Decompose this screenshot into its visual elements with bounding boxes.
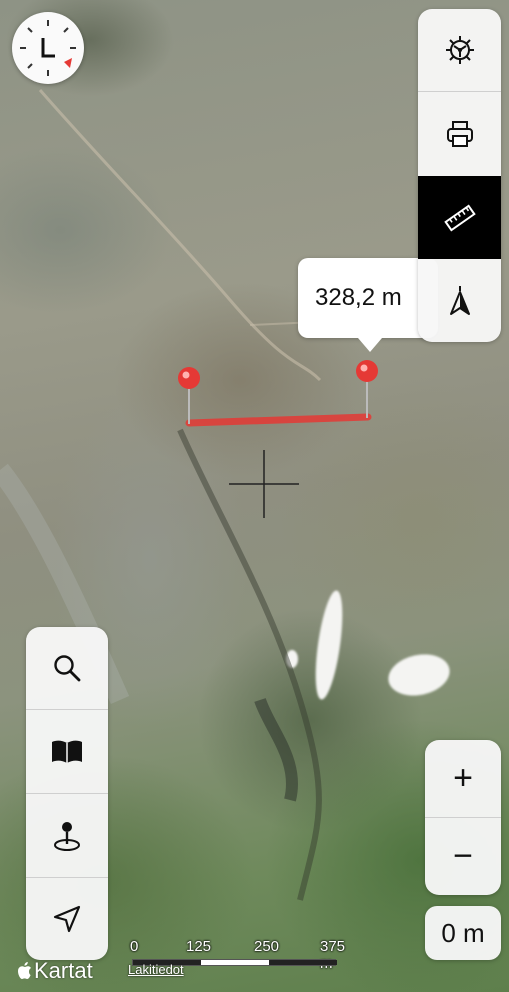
measure-button[interactable] xyxy=(418,176,501,259)
scale-label-1: 125 xyxy=(186,938,212,955)
measure-line xyxy=(185,413,372,427)
pin-end xyxy=(356,360,378,382)
location-pin-icon xyxy=(54,821,80,851)
compass-icon xyxy=(20,20,76,76)
bookmarks-button[interactable] xyxy=(26,710,108,793)
settings-button[interactable] xyxy=(418,9,501,91)
satellite-map[interactable]: 328,2 m + − 0 m 0 125 250 375 Lakitiedot… xyxy=(0,0,509,992)
crosshair-icon xyxy=(229,450,299,518)
search-icon xyxy=(54,655,81,682)
book-icon xyxy=(52,740,82,763)
maps-logo: Kartat xyxy=(16,958,93,984)
compass-arrow-icon xyxy=(449,286,470,315)
attribution-link[interactable]: Lakitiedot xyxy=(128,962,184,977)
zoom-out-button[interactable]: − xyxy=(425,818,501,895)
distance-label: 328,2 m xyxy=(315,284,402,311)
top-toolbar xyxy=(418,9,501,342)
pin-start xyxy=(178,367,200,389)
compass-button[interactable] xyxy=(12,12,84,84)
altitude-label: 0 m xyxy=(441,917,485,948)
printer-icon xyxy=(446,120,473,147)
apple-logo-icon xyxy=(18,962,31,979)
zoom-panel: + − xyxy=(425,740,501,895)
place-pin-button[interactable] xyxy=(26,794,108,877)
north-up-button[interactable] xyxy=(418,260,501,342)
ruler-icon xyxy=(443,203,476,232)
my-location-button[interactable] xyxy=(26,878,108,960)
zoom-out-label: − xyxy=(453,837,473,875)
scale-label-2: 250 xyxy=(254,938,280,955)
print-button[interactable] xyxy=(418,92,501,175)
left-toolbar xyxy=(26,627,108,960)
scale-label-3: 375 m xyxy=(320,938,346,972)
distance-callout: 328,2 m xyxy=(298,258,438,352)
search-button[interactable] xyxy=(26,627,108,709)
altitude-button[interactable]: 0 m xyxy=(425,906,501,960)
zoom-in-button[interactable]: + xyxy=(425,740,501,817)
gear-icon xyxy=(445,36,474,64)
scale-label-0: 0 xyxy=(130,938,139,955)
logo-text: Kartat xyxy=(34,958,93,983)
navigation-arrow-icon xyxy=(53,905,81,933)
zoom-in-label: + xyxy=(453,759,473,797)
